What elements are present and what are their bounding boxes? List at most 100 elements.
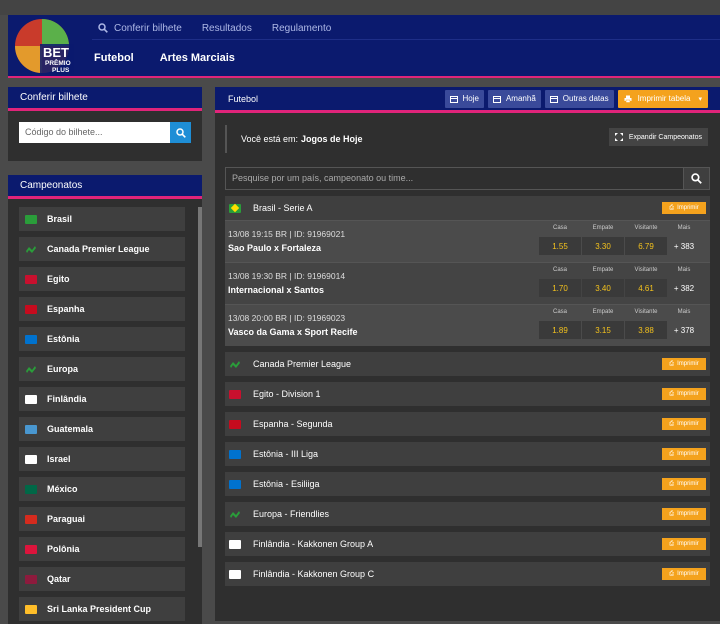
sidebar-championship-item[interactable]: Qatar bbox=[19, 567, 185, 591]
match-row[interactable]: 13/08 19:30 BR | ID: 91969014 Internacion… bbox=[225, 262, 710, 304]
expand-championships-button[interactable]: Expandir Campeonatos bbox=[608, 128, 708, 146]
more-odds-button[interactable]: + 378 bbox=[671, 321, 697, 339]
country-flag-icon bbox=[25, 544, 37, 554]
print-button[interactable]: ⎙ Imprimir bbox=[662, 478, 706, 490]
championship-row[interactable]: Espanha - Segunda ⎙ Imprimir bbox=[225, 412, 710, 436]
championship-row[interactable]: Canada Premier League ⎙ Imprimir bbox=[225, 352, 710, 376]
ticket-search: Código do bilhete... bbox=[19, 122, 191, 143]
svg-text:PRÊMIO: PRÊMIO bbox=[45, 58, 71, 67]
sidebar-item-label: Paraguai bbox=[47, 514, 86, 524]
odds-empate: Empate 3.40 bbox=[582, 267, 624, 297]
odds-value-button[interactable]: 1.89 bbox=[539, 321, 581, 339]
championship-row[interactable]: Brasil - Serie A ⎙ Imprimir bbox=[225, 196, 710, 220]
championship-row[interactable]: Estônia - Esiliiga ⎙ Imprimir bbox=[225, 472, 710, 496]
main-search-input[interactable]: Pesquise por um país, campeonato ou time… bbox=[225, 167, 684, 190]
championship-row[interactable]: Finlândia - Kakkonen Group A ⎙ Imprimir bbox=[225, 532, 710, 556]
match-row[interactable]: 13/08 20:00 BR | ID: 91969023 Vasco da Ga… bbox=[225, 304, 710, 346]
soccer-field-icon bbox=[229, 510, 241, 519]
amanha-button[interactable]: Amanhã bbox=[487, 89, 541, 108]
championship-name: Finlândia - Kakkonen Group A bbox=[253, 539, 374, 549]
button-label: Imprimir bbox=[677, 361, 699, 367]
country-flag-icon bbox=[25, 214, 37, 224]
odds-value-button[interactable]: 3.30 bbox=[582, 237, 624, 255]
more-odds-button[interactable]: + 383 bbox=[671, 237, 697, 255]
sidebar-item-label: Qatar bbox=[47, 574, 71, 584]
button-label: Imprimir bbox=[677, 421, 699, 427]
sidebar-championship-item[interactable]: Egito bbox=[19, 267, 185, 291]
odds-value-button[interactable]: 1.70 bbox=[539, 279, 581, 297]
printer-icon: ⎙ bbox=[669, 360, 675, 367]
odds-value-button[interactable]: 4.61 bbox=[625, 279, 667, 297]
championship-row[interactable]: Finlândia - Kakkonen Group C ⎙ Imprimir bbox=[225, 562, 710, 586]
championship-row[interactable]: Europa - Friendlies ⎙ Imprimir bbox=[225, 502, 710, 526]
print-button[interactable]: ⎙ Imprimir bbox=[662, 202, 706, 214]
main-nav: Futebol Artes Marciais bbox=[94, 41, 261, 75]
sidebar-championship-item[interactable]: Sri Lanka President Cup bbox=[19, 597, 185, 621]
sidebar-championship-item[interactable]: Estônia bbox=[19, 327, 185, 351]
odds-label: Casa bbox=[552, 267, 567, 273]
more-odds-button[interactable]: + 382 bbox=[671, 279, 697, 297]
sidebar-championship-item[interactable]: Israel bbox=[19, 447, 185, 471]
championship-row[interactable]: Estônia - III Liga ⎙ Imprimir bbox=[225, 442, 710, 466]
sidebar-championship-item[interactable]: Espanha bbox=[19, 297, 185, 321]
sidebar-championship-item[interactable]: México bbox=[19, 477, 185, 501]
site-header: BET PRÊMIO PLUS Conferir bilhete Resulta… bbox=[8, 15, 720, 78]
print-button[interactable]: ⎙ Imprimir bbox=[662, 568, 706, 580]
nav-resultados[interactable]: Resultados bbox=[202, 23, 252, 34]
imprimir-tabela-button[interactable]: Imprimir tabela ▾ bbox=[617, 89, 708, 108]
sidebar-championship-item[interactable]: Polônia bbox=[19, 537, 185, 561]
odds-empate: Empate 3.15 bbox=[582, 309, 624, 339]
outras-datas-button[interactable]: Outras datas bbox=[544, 89, 614, 108]
match-row[interactable]: 13/08 19:15 BR | ID: 91969021 Sao Paulo x… bbox=[225, 220, 710, 262]
odds-value-button[interactable]: 3.88 bbox=[625, 321, 667, 339]
odds-value-button[interactable]: 1.55 bbox=[539, 237, 581, 255]
championship-row[interactable]: Egito - Division 1 ⎙ Imprimir bbox=[225, 382, 710, 406]
sidebar-championship-item[interactable]: Canada Premier League bbox=[19, 237, 185, 261]
championship-block: Finlândia - Kakkonen Group A ⎙ Imprimir bbox=[225, 532, 710, 556]
sidebar-item-label: Canada Premier League bbox=[47, 244, 150, 254]
odds-label: Empate bbox=[592, 309, 614, 315]
more-label: Mais bbox=[677, 309, 691, 315]
print-button[interactable]: ⎙ Imprimir bbox=[662, 508, 706, 520]
odds-value-button[interactable]: 6.79 bbox=[625, 237, 667, 255]
nav-conferir-bilhete[interactable]: Conferir bilhete bbox=[98, 23, 182, 34]
button-label: Imprimir bbox=[677, 511, 699, 517]
print-button[interactable]: ⎙ Imprimir bbox=[662, 418, 706, 430]
print-button[interactable]: ⎙ Imprimir bbox=[662, 448, 706, 460]
country-flag-icon bbox=[229, 389, 241, 399]
country-flag-icon bbox=[229, 449, 241, 459]
print-button[interactable]: ⎙ Imprimir bbox=[662, 538, 706, 550]
top-nav: Conferir bilhete Resultados Regulamento bbox=[98, 15, 351, 41]
championship-name: Canada Premier League bbox=[253, 359, 352, 369]
odds-value-button[interactable]: 3.15 bbox=[582, 321, 624, 339]
sidebar-championship-item[interactable]: Paraguai bbox=[19, 507, 185, 531]
country-flag-icon bbox=[25, 514, 37, 524]
nav-artes-marciais[interactable]: Artes Marciais bbox=[160, 52, 235, 64]
printer-icon: ⎙ bbox=[669, 540, 675, 547]
match-list: 13/08 19:15 BR | ID: 91969021 Sao Paulo x… bbox=[225, 220, 710, 346]
main-search-button[interactable] bbox=[684, 167, 710, 190]
sidebar-championship-item[interactable]: Europa bbox=[19, 357, 185, 381]
sidebar-championship-item[interactable]: Finlândia bbox=[19, 387, 185, 411]
print-button[interactable]: ⎙ Imprimir bbox=[662, 358, 706, 370]
site-logo[interactable]: BET PRÊMIO PLUS bbox=[12, 18, 76, 75]
sidebar-championship-item[interactable]: Guatemala bbox=[19, 417, 185, 441]
odds-value-button[interactable]: 3.40 bbox=[582, 279, 624, 297]
print-button[interactable]: ⎙ Imprimir bbox=[662, 388, 706, 400]
country-flag-icon bbox=[25, 274, 37, 284]
ticket-code-input[interactable]: Código do bilhete... bbox=[19, 122, 170, 143]
odds-label: Empate bbox=[592, 225, 614, 231]
odds-visitante: Visitante 3.88 bbox=[625, 309, 667, 339]
ticket-search-button[interactable] bbox=[170, 122, 191, 143]
printer-icon: ⎙ bbox=[669, 204, 675, 211]
odds-label: Visitante bbox=[634, 225, 658, 231]
hoje-button[interactable]: Hoje bbox=[444, 89, 484, 108]
button-label: Imprimir bbox=[677, 451, 699, 457]
championship-name: Europa - Friendlies bbox=[253, 509, 330, 519]
nav-regulamento[interactable]: Regulamento bbox=[272, 23, 331, 34]
button-label: Imprimir bbox=[677, 481, 699, 487]
match-meta: 13/08 19:15 BR | ID: 91969021 bbox=[228, 229, 346, 239]
sidebar-championship-item[interactable]: Brasil bbox=[19, 207, 185, 231]
nav-futebol[interactable]: Futebol bbox=[94, 52, 134, 64]
sidebar-scrollbar[interactable] bbox=[198, 207, 202, 547]
